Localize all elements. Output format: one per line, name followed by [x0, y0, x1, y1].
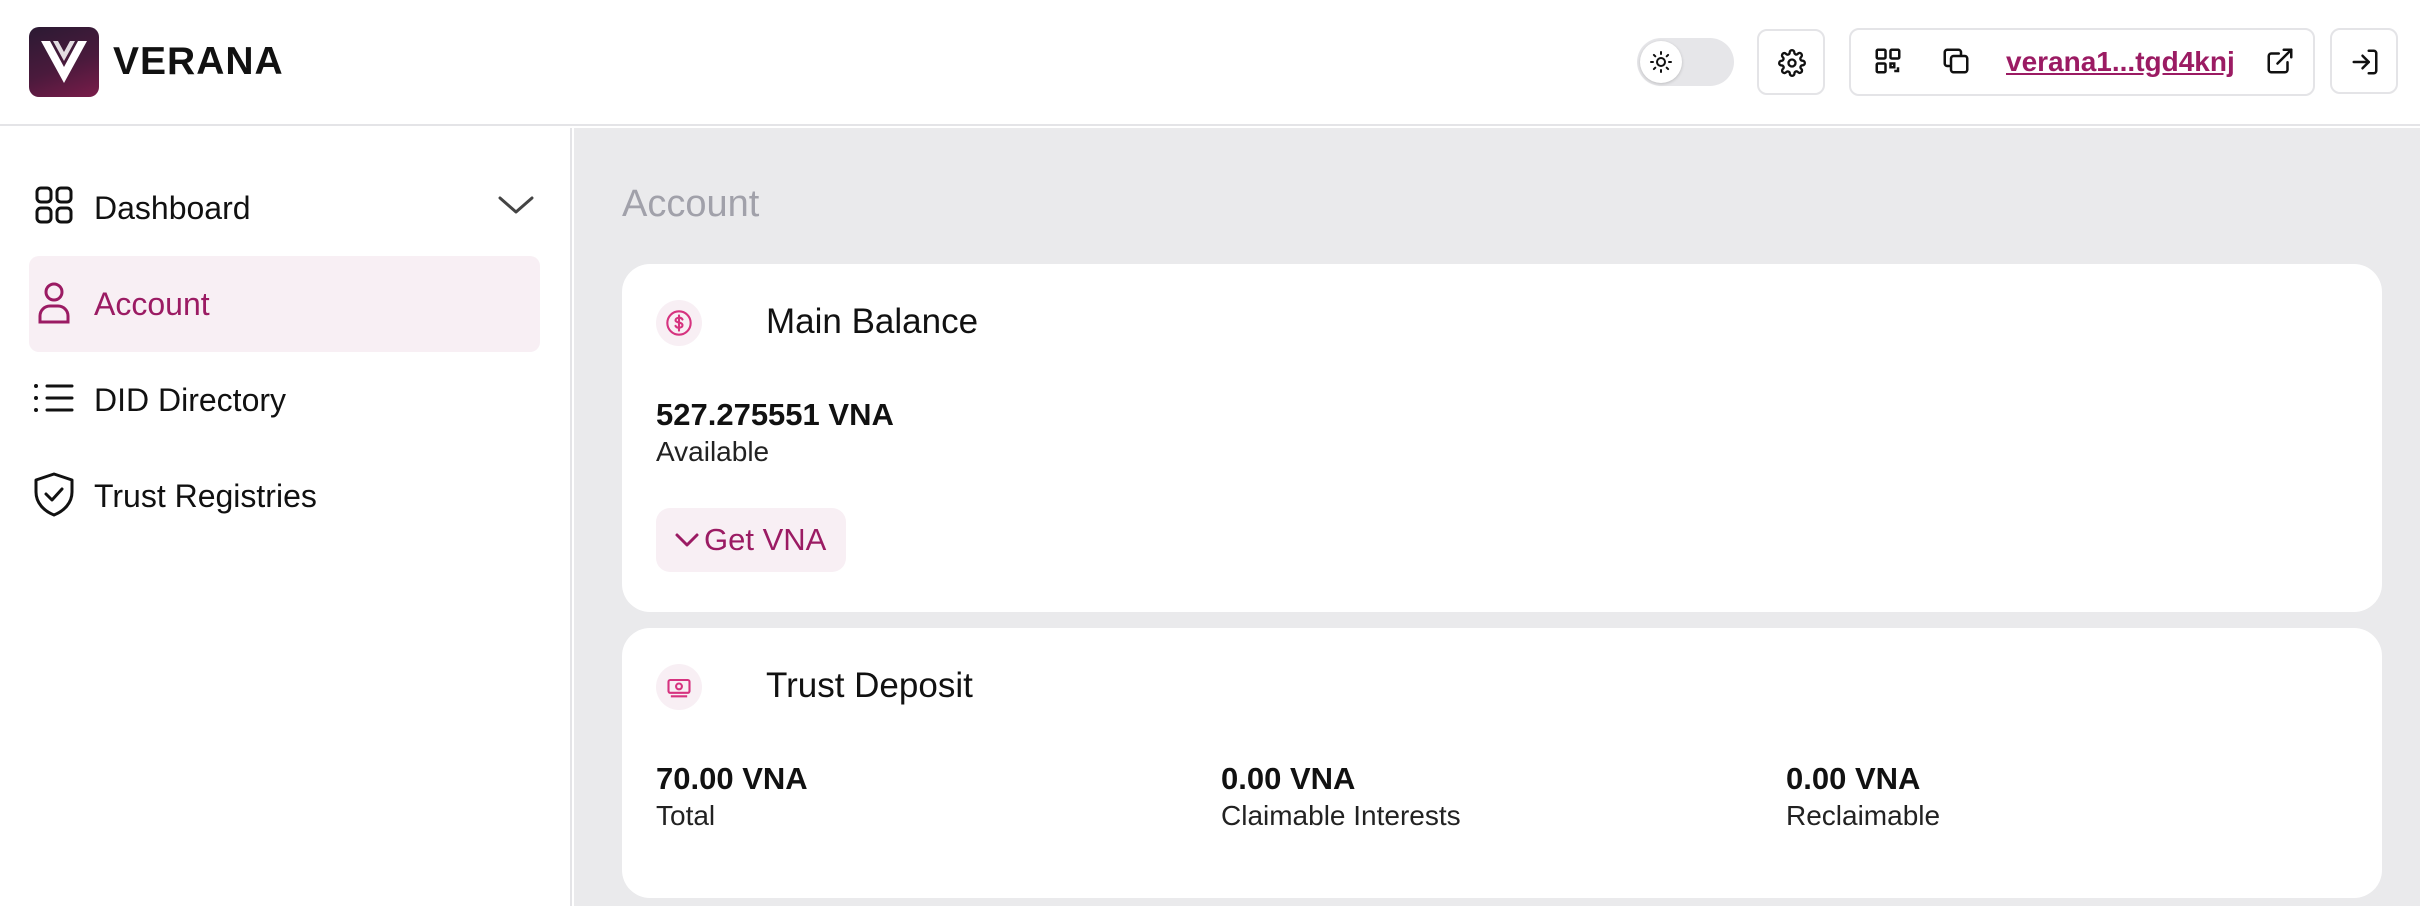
main-balance-card: Main Balance 527.275551 VNA Available Ge… — [622, 264, 2382, 612]
sidebar-item-label: Dashboard — [94, 190, 251, 226]
log-in-icon — [2352, 49, 2378, 75]
wallet-address-group: verana1...tgd4knj — [1849, 28, 2315, 96]
main-content: Account Main Balance 527.275551 VNA Avai… — [574, 128, 2420, 906]
sidebar-item-did-directory[interactable]: DID Directory — [29, 352, 540, 448]
reclaimable-caption: Reclaimable — [1786, 800, 1941, 831]
logout-button[interactable] — [2330, 28, 2398, 94]
brand-name: VERANA — [113, 40, 284, 83]
balance-caption: Available — [656, 436, 770, 467]
open-explorer-button[interactable] — [2263, 44, 2299, 80]
chevron-down-icon[interactable] — [496, 190, 536, 220]
list-icon — [34, 384, 74, 412]
wallet-address-link[interactable]: verana1...tgd4knj — [2006, 44, 2235, 80]
dollar-circle-icon — [666, 310, 692, 336]
verana-logo[interactable] — [29, 27, 99, 97]
trust-deposit-card: Trust Deposit 70.00 VNA Total 0.00 VNA C… — [622, 628, 2382, 898]
settings-button[interactable] — [1757, 29, 1825, 95]
copy-address-button[interactable] — [1939, 44, 1975, 80]
balance-amount: 527.275551 VNA — [656, 397, 894, 432]
sidebar-item-account[interactable]: Account — [29, 256, 540, 352]
card-icon-wrapper — [656, 664, 702, 710]
qr-code-icon — [1875, 48, 1901, 74]
card-title: Main Balance — [766, 302, 979, 341]
chevron-down-icon — [675, 533, 699, 547]
trust-deposit-total-value: 70.00 VNA — [656, 761, 808, 796]
card-title: Trust Deposit — [766, 666, 973, 705]
sidebar-item-label: Account — [94, 286, 210, 322]
page-title: Account — [622, 183, 760, 225]
sidebar-item-label: DID Directory — [94, 382, 287, 418]
sidebar-item-trust-registries[interactable]: Trust Registries — [29, 448, 540, 544]
gear-icon — [1778, 49, 1806, 77]
qr-code-button[interactable] — [1871, 44, 1907, 80]
shield-check-icon — [34, 472, 74, 517]
user-icon — [38, 282, 70, 324]
get-vna-label: Get VNA — [704, 522, 827, 557]
banknote-icon — [667, 678, 691, 698]
card-icon-wrapper — [656, 300, 702, 346]
claimable-interests-caption: Claimable Interests — [1221, 800, 1461, 831]
grid-icon — [35, 186, 73, 224]
theme-toggle[interactable] — [1637, 38, 1734, 86]
claimable-interests-value: 0.00 VNA — [1221, 761, 1356, 796]
reclaimable-value: 0.00 VNA — [1786, 761, 1921, 796]
sun-icon — [1650, 51, 1672, 73]
top-header: VERANA verana1...tgd4knj — [0, 0, 2420, 126]
sidebar-item-label: Trust Registries — [94, 478, 317, 514]
get-vna-button[interactable]: Get VNA — [656, 508, 846, 572]
trust-deposit-total-caption: Total — [656, 800, 716, 831]
external-link-icon — [2267, 48, 2293, 74]
sidebar-item-dashboard[interactable]: Dashboard — [29, 160, 540, 256]
theme-knob — [1640, 41, 1682, 83]
copy-icon — [1943, 48, 1969, 74]
